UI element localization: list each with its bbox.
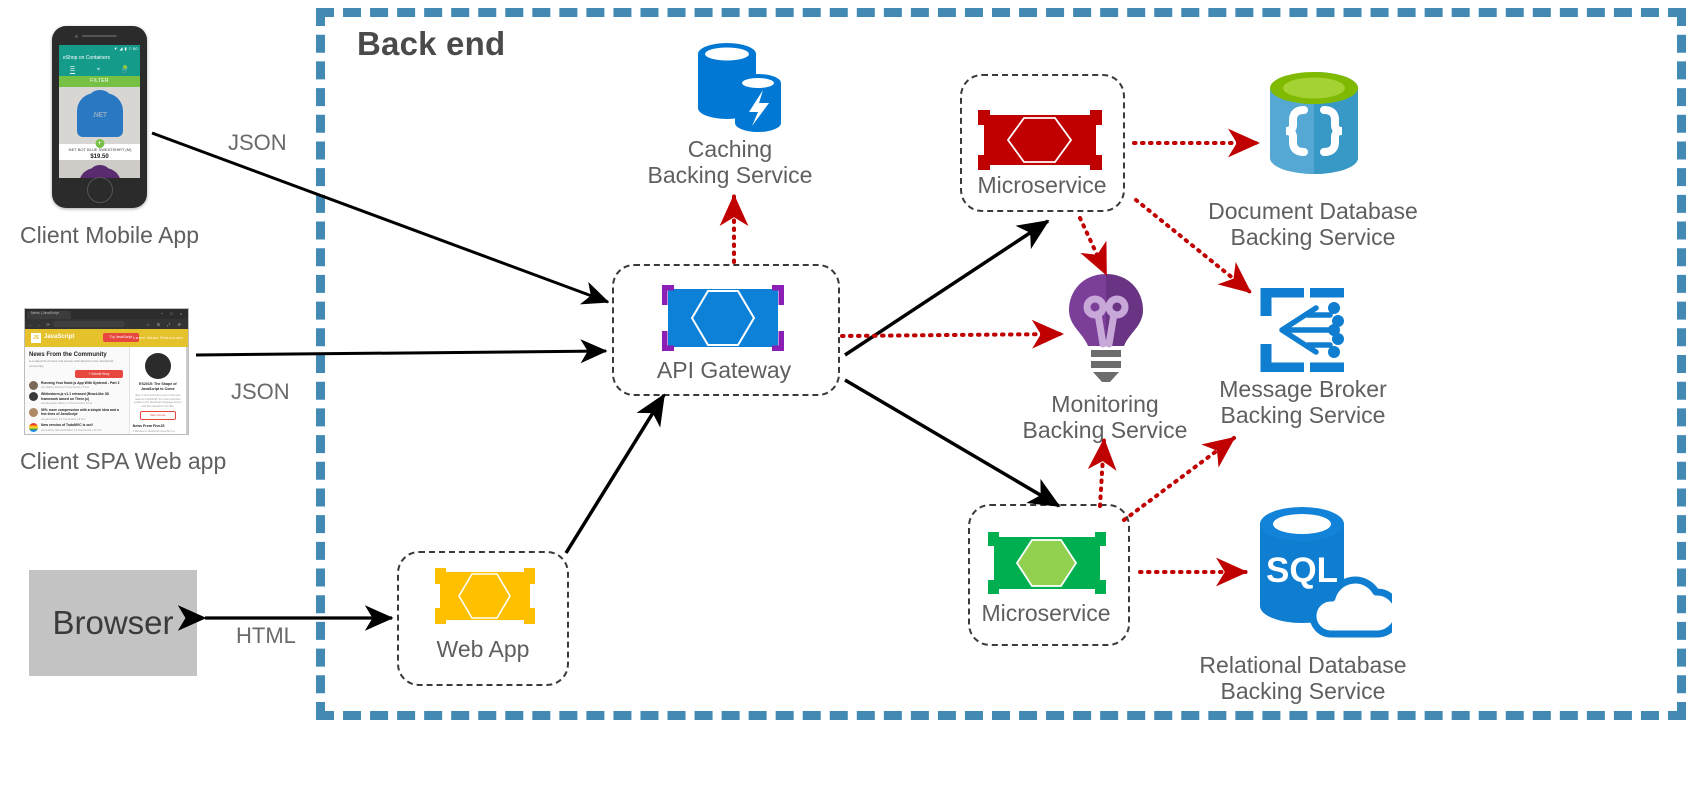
news-headline: News From the Community — [29, 352, 107, 358]
site-content: News From the Community A curated list o… — [25, 347, 188, 434]
phone-screen: ▼ ◢ ▮ 7:50 eShop on Containers ☰ ⌖ 🛒 FIL… — [59, 45, 140, 178]
web-app-container-icon — [434, 567, 536, 625]
browser-tab-title: News | JavaScript — [31, 311, 59, 315]
site-header: JS JavaScript Try JavaScript Learn News … — [25, 329, 188, 347]
backend-title: Back end — [357, 25, 506, 62]
edge-label-spa-json: JSON — [231, 379, 290, 404]
sidebar-body: Stay in tune and learn some of the new f… — [133, 394, 182, 408]
phone-speaker — [82, 35, 117, 37]
phone-home-button — [87, 177, 113, 203]
api-gateway-label: API Gateway — [656, 357, 792, 383]
document-database-backing-service-label-line2: Backing Service — [1230, 224, 1396, 250]
caching-backing-service-label-line1: Caching — [687, 136, 773, 162]
article-title: Whitestorm.js v1.1 released (React-like … — [41, 392, 110, 401]
news-column: News From the Community A curated list o… — [25, 347, 129, 434]
phone-product-price: $19.50 — [90, 154, 109, 160]
phone-tabbar: ☰ ⌖ 🛒 — [59, 64, 140, 76]
browser-addressbar: ← → ⟳ ☆ ⊞ ⤢ ⚙ — [25, 319, 188, 329]
hoodie-blue-icon: .NET — [76, 93, 123, 137]
submit-story-button[interactable]: + Submit Story — [75, 370, 123, 378]
browser-nav-icons[interactable]: ← → ⟳ — [28, 322, 52, 327]
hoodie-net-logo: .NET — [92, 112, 107, 119]
sidebar-title: ES2015: The Shape of JavaScript to Come — [139, 382, 177, 391]
edge-label-html: HTML — [236, 623, 296, 648]
article-meta: via Alexander Buzin | 3 Comments | 8 hrs — [41, 401, 93, 406]
window-controls[interactable]: − □ × — [161, 311, 185, 316]
avatar — [29, 380, 38, 390]
browser-titlebar: News | JavaScript − □ × — [25, 309, 188, 319]
site-nav-links[interactable]: Learn News Resources — [133, 335, 183, 340]
client-mobile-app-device: ▼ ◢ ▮ 7:50 eShop on Containers ☰ ⌖ 🛒 FIL… — [52, 26, 147, 208]
list-item[interactable]: 50% more compression with a simple idea … — [29, 407, 125, 421]
course-thumbnail — [144, 353, 171, 379]
phone-add-to-cart-button[interactable]: + — [95, 139, 104, 148]
sidebar-secondary-title: News From FiveJS — [132, 424, 165, 429]
site-brand-name: JavaScript — [44, 334, 75, 340]
phone-camera-dot — [75, 34, 78, 38]
document-database-backing-service-icon — [1266, 70, 1362, 181]
api-gateway-container-icon — [660, 283, 786, 353]
microservice-red-container-icon — [978, 110, 1102, 170]
phone-tab-catalog[interactable]: ☰ — [69, 66, 76, 74]
article-meta: via Twiney Zaniel | 0 Comments | 5 hrs — [41, 385, 90, 390]
web-app-label: Web App — [436, 636, 530, 662]
microservice-green-label: Microservice — [981, 600, 1111, 626]
sidebar-column: ES2015: The Shape of JavaScript to Come … — [128, 347, 186, 434]
monitoring-backing-service-icon — [1063, 272, 1149, 389]
microservice-red-label: Microservice — [977, 172, 1107, 198]
article-meta: via jehoshua | 12 Comments | 9 hrs — [41, 416, 85, 421]
avatar — [29, 423, 38, 433]
diagram-canvas: Back end ▼ ◢ ▮ 7:50 eShop on Containers … — [0, 0, 1694, 801]
client-spa-web-app-label: Client SPA Web app — [20, 448, 227, 474]
phone-filter-button[interactable]: FILTER — [59, 76, 140, 87]
sql-glyph: SQL — [1266, 551, 1338, 590]
browser-toolbar-icons[interactable]: ☆ ⊞ ⤢ ⚙ — [146, 322, 184, 327]
message-broker-backing-service-label-line1: Message Broker — [1219, 376, 1387, 402]
list-item[interactable]: New version of TodoMVC is out! via Andre… — [29, 423, 125, 433]
phone-statusbar: ▼ ◢ ▮ 7:50 — [59, 45, 140, 53]
avatar — [29, 407, 38, 417]
relational-database-backing-service-icon: SQL — [1252, 502, 1402, 649]
phone-cart-badge — [123, 65, 127, 69]
relational-database-backing-service-label-line2: Backing Service — [1220, 678, 1386, 704]
caching-backing-service-icon — [694, 40, 784, 137]
sidebar-secondary-body: 5 Minutes of JavaScript (FiveJS) is a we… — [132, 430, 182, 434]
avatar — [29, 392, 38, 401]
phone-app-title: eShop on Containers — [59, 53, 140, 64]
browser-url-input[interactable] — [53, 321, 125, 327]
phone-product-image: .NET + — [59, 87, 140, 148]
news-subtitle: A curated list of news and stories submi… — [29, 359, 114, 368]
article-title: 50% more compression with a simple idea … — [41, 407, 119, 417]
list-item[interactable]: Whitestorm.js v1.1 released (React-like … — [29, 392, 125, 405]
scrollbar[interactable] — [186, 347, 188, 434]
browser-box: Browser — [29, 570, 197, 676]
phone-tab-profile[interactable]: ⌖ — [97, 67, 100, 74]
phone-product-image-2 — [59, 160, 140, 178]
article-meta: via Andrey Okonetchnikov | 4 Comments | … — [41, 427, 102, 432]
message-broker-backing-service-icon — [1258, 286, 1350, 377]
client-spa-web-app-device: News | JavaScript − □ × ← → ⟳ ☆ ⊞ ⤢ ⚙ JS… — [24, 308, 189, 435]
browser-label: Browser — [52, 604, 174, 641]
javascript-logo-icon: JS — [31, 333, 41, 343]
list-item[interactable]: Running Your Node.js App With Systemd - … — [29, 380, 125, 390]
monitoring-backing-service-label-line1: Monitoring — [1051, 391, 1159, 417]
client-mobile-app-label: Client Mobile App — [20, 222, 199, 248]
caching-backing-service-label-line2: Backing Service — [647, 162, 813, 188]
microservice-green-container-icon — [988, 532, 1106, 594]
edge-label-mobile-json: JSON — [228, 130, 287, 155]
start-course-button[interactable]: Start Course — [139, 411, 176, 421]
document-database-backing-service-label-line1: Document Database — [1208, 198, 1418, 224]
monitoring-backing-service-label-line2: Backing Service — [1022, 417, 1188, 443]
message-broker-backing-service-label-line2: Backing Service — [1220, 402, 1386, 428]
relational-database-backing-service-label-line1: Relational Database — [1199, 652, 1407, 678]
phone-status-icons: ▼ ◢ ▮ 7:50 — [113, 46, 138, 51]
